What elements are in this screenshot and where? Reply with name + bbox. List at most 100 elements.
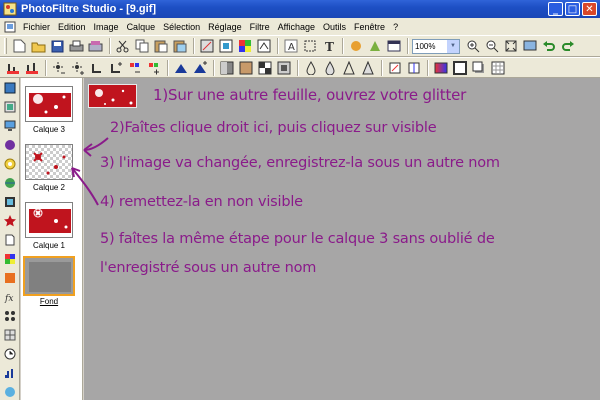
zoom-out-icon[interactable] [483, 38, 500, 54]
grid-icon[interactable] [3, 329, 17, 341]
gradient-icon[interactable] [432, 60, 449, 76]
close-button[interactable]: ✕ [582, 2, 597, 16]
layer-thumbnail[interactable] [25, 202, 73, 238]
negative-icon[interactable] [256, 60, 273, 76]
open-folder-icon[interactable] [30, 38, 47, 54]
gradient-fill-icon[interactable] [3, 272, 17, 284]
menu-calque[interactable]: Calque [123, 22, 160, 32]
menu-filtre[interactable]: Filtre [246, 22, 274, 32]
adjust-icon[interactable] [255, 38, 272, 54]
info-icon[interactable] [3, 386, 17, 398]
new-file-icon[interactable] [11, 38, 28, 54]
flip-icon[interactable] [405, 60, 422, 76]
palette-icon[interactable] [3, 253, 17, 265]
saturation-plus-icon[interactable] [145, 60, 162, 76]
auto-level-icon[interactable] [4, 60, 21, 76]
zoom-select[interactable]: 100% ▼ [412, 38, 460, 54]
layer-icon[interactable] [3, 101, 17, 113]
menu-help[interactable]: ? [389, 22, 402, 32]
color-palette-icon[interactable] [236, 38, 253, 54]
frame-icon[interactable] [451, 60, 468, 76]
toolbar-grip[interactable] [4, 38, 7, 54]
blur-icon[interactable] [302, 60, 319, 76]
gamma-plus-icon[interactable] [191, 60, 208, 76]
zoom-in-icon[interactable] [464, 38, 481, 54]
undo-icon[interactable] [540, 38, 557, 54]
layer-thumbnail[interactable] [25, 86, 73, 122]
canvas-size-icon[interactable] [217, 38, 234, 54]
copy-icon[interactable] [133, 38, 150, 54]
sharpen-icon[interactable] [340, 60, 357, 76]
grayscale-icon[interactable] [218, 60, 235, 76]
menu-fenetre[interactable]: Fenêtre [350, 22, 389, 32]
redo-icon[interactable] [559, 38, 576, 54]
menu-outils[interactable]: Outils [319, 22, 350, 32]
auto-contrast-icon[interactable] [23, 60, 40, 76]
star-icon[interactable] [3, 215, 17, 227]
globe-icon[interactable] [3, 177, 17, 189]
sharpen-more-icon[interactable] [359, 60, 376, 76]
plugin-icon[interactable] [366, 38, 383, 54]
fullscreen-icon[interactable] [521, 38, 538, 54]
menu-reglage[interactable]: Réglage [204, 22, 246, 32]
document-icon[interactable] [4, 21, 16, 33]
sepia-icon[interactable] [237, 60, 254, 76]
cut-icon[interactable] [114, 38, 131, 54]
fit-window-icon[interactable] [502, 38, 519, 54]
save-icon[interactable] [49, 38, 66, 54]
menu-image[interactable]: Image [90, 22, 123, 32]
instruction-step-5-line-2: l'enregistré sous un autre nom [100, 260, 317, 276]
effects-icon[interactable] [347, 38, 364, 54]
function-icon[interactable]: fx [3, 291, 17, 303]
toolbar-separator [167, 59, 169, 76]
menu-bar: Fichier Edition Image Calque Sélection R… [0, 18, 600, 35]
saturation-minus-icon[interactable] [126, 60, 143, 76]
posterize-icon[interactable] [275, 60, 292, 76]
photofiltre-icon [3, 2, 17, 16]
gamma-icon[interactable] [172, 60, 189, 76]
document-tool-icon[interactable] [3, 234, 17, 246]
zoom-value: 100% [415, 41, 436, 51]
clock-icon[interactable] [3, 348, 17, 360]
text-tool-icon[interactable]: A [282, 38, 299, 54]
instruction-step-5-line-1: 5) faîtes la même étape pour le calque 3… [100, 231, 495, 247]
brightness-minus-icon[interactable] [50, 60, 67, 76]
menu-fichier[interactable]: Fichier [19, 22, 54, 32]
disc-icon[interactable] [3, 158, 17, 170]
chevron-down-icon[interactable]: ▼ [447, 39, 459, 53]
toolbar-separator [109, 38, 111, 54]
blur-more-icon[interactable] [321, 60, 338, 76]
nodes-icon[interactable] [3, 310, 17, 322]
paste-icon[interactable] [152, 38, 169, 54]
select-icon[interactable] [301, 38, 318, 54]
scan-icon[interactable] [87, 38, 104, 54]
menu-selection[interactable]: Sélection [159, 22, 204, 32]
color-picker-icon[interactable] [3, 82, 17, 94]
monitor-icon[interactable] [3, 120, 17, 132]
print-icon[interactable] [68, 38, 85, 54]
image-size-icon[interactable] [198, 38, 215, 54]
brightness-plus-icon[interactable] [69, 60, 86, 76]
layer-calque-2[interactable]: Calque 2 [25, 144, 77, 192]
menu-affichage[interactable]: Affichage [274, 22, 319, 32]
minimize-button[interactable]: _ [548, 2, 563, 16]
pattern-icon[interactable] [489, 60, 506, 76]
layer-fond[interactable]: Fond [23, 256, 77, 306]
contrast-minus-icon[interactable] [88, 60, 105, 76]
layer-thumbnail[interactable] [25, 144, 73, 180]
font-icon[interactable]: T [320, 38, 337, 54]
layer-calque-1[interactable]: Calque 1 [25, 202, 77, 250]
layer-calque-3[interactable]: Calque 3 [25, 86, 77, 134]
contrast-plus-icon[interactable] [107, 60, 124, 76]
rotate-icon[interactable] [386, 60, 403, 76]
pixel-icon[interactable] [3, 196, 17, 208]
paste-new-icon[interactable] [171, 38, 188, 54]
instruction-step-3: 3) l'image va changée, enregistrez-la so… [100, 155, 500, 171]
layer-thumbnail[interactable] [23, 256, 75, 296]
maximize-button[interactable]: □ [565, 2, 580, 16]
menu-edition[interactable]: Edition [54, 22, 90, 32]
shadow-icon[interactable] [470, 60, 487, 76]
shape-icon[interactable] [3, 139, 17, 151]
histogram-icon[interactable] [3, 367, 17, 379]
window-icon[interactable] [385, 38, 402, 54]
